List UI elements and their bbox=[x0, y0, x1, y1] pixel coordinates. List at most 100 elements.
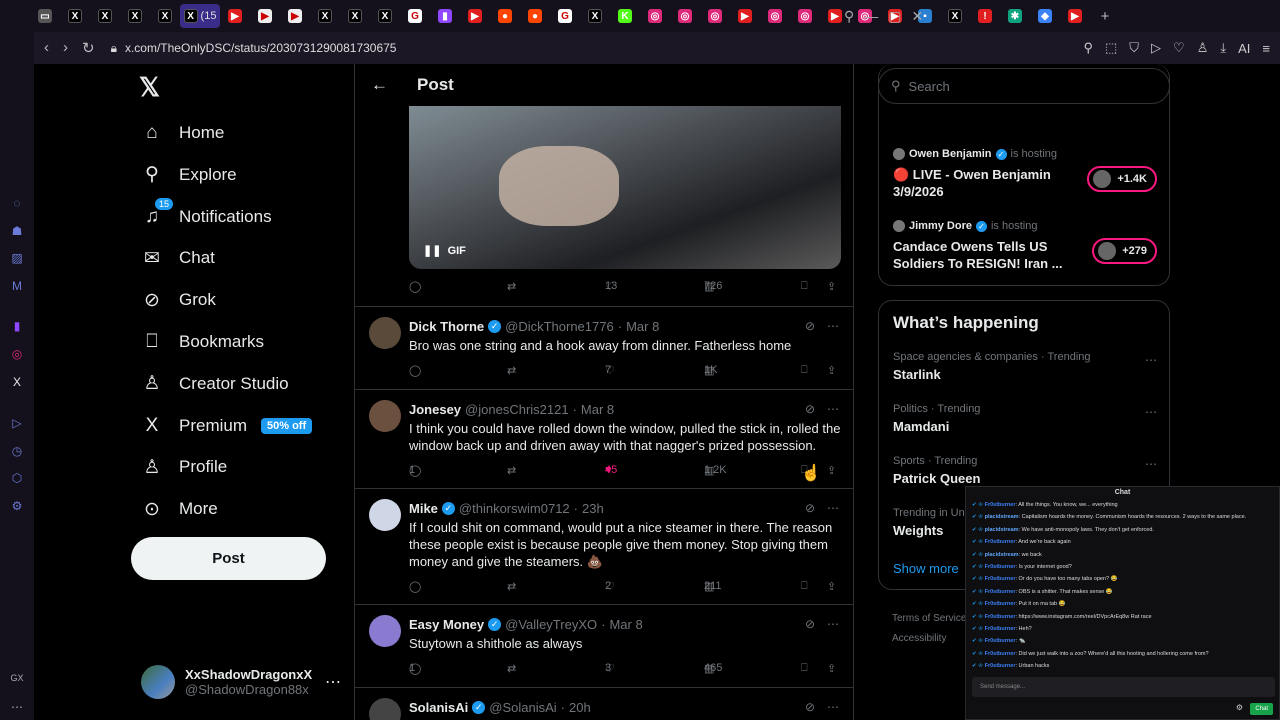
browser-tab[interactable]: X bbox=[60, 4, 90, 28]
extensions-icon[interactable]: ⬡ bbox=[9, 471, 25, 487]
chat-username[interactable]: Fr0stburner bbox=[985, 638, 1016, 644]
avatar[interactable] bbox=[369, 615, 401, 647]
play-icon[interactable]: ▷ bbox=[1151, 40, 1161, 56]
author-handle[interactable]: @SolanisAi bbox=[489, 700, 556, 715]
browser-tab[interactable]: X bbox=[90, 4, 120, 28]
repost-icon[interactable]: ⇄ bbox=[507, 464, 516, 477]
gx-label[interactable]: GX bbox=[9, 673, 25, 689]
forward-icon[interactable]: › bbox=[63, 39, 68, 57]
share-icon[interactable]: ⇪ bbox=[827, 364, 836, 377]
aria-icon[interactable]: ◌ bbox=[9, 196, 25, 212]
author-name[interactable]: Dick Thorne bbox=[409, 319, 484, 334]
history-icon[interactable]: ◷ bbox=[9, 444, 25, 460]
browser-tab[interactable]: X bbox=[310, 4, 340, 28]
chat-username[interactable]: placidstream bbox=[985, 527, 1019, 533]
browser-tab[interactable]: ● bbox=[490, 4, 520, 28]
author-name[interactable]: SolanisAi bbox=[409, 700, 468, 715]
browser-tab[interactable]: ▶ bbox=[460, 4, 490, 28]
player-icon[interactable]: ▷ bbox=[9, 416, 25, 432]
more-dots-icon[interactable]: ⋯ bbox=[1145, 405, 1157, 419]
nav-item-bookmarks[interactable]: ⎕ Bookmarks bbox=[141, 322, 264, 362]
grok-icon[interactable]: ⊘ bbox=[805, 501, 815, 515]
chat-username[interactable]: Fr0stburner bbox=[985, 601, 1016, 607]
cube-icon[interactable]: ▨ bbox=[9, 251, 25, 267]
browser-tab[interactable]: G bbox=[550, 4, 580, 28]
share-icon[interactable]: ⇪ bbox=[827, 464, 836, 477]
more-dots-icon[interactable]: ⋯ bbox=[827, 700, 839, 714]
nav-item-grok[interactable]: ⊘ Grok bbox=[141, 280, 216, 320]
bookmark-icon[interactable]: ⎕ bbox=[801, 364, 808, 377]
chat-username[interactable]: Fr0stburner bbox=[985, 663, 1016, 669]
post-time[interactable]: Mar 8 bbox=[609, 617, 642, 632]
browser-tab[interactable]: ◎ bbox=[790, 4, 820, 28]
share-icon[interactable]: ⇪ bbox=[827, 280, 836, 293]
nav-item-premium[interactable]: X Premium 50% off bbox=[141, 406, 313, 446]
post-time[interactable]: 23h bbox=[582, 501, 604, 516]
browser-tab[interactable]: X bbox=[120, 4, 150, 28]
browser-tab[interactable]: ● bbox=[520, 4, 550, 28]
browser-tab[interactable]: X (15 bbox=[180, 4, 220, 28]
chat-username[interactable]: Fr0stburner bbox=[985, 539, 1016, 545]
space-title[interactable]: 🔴 LIVE - Owen Benjamin 3/9/2026 bbox=[893, 166, 1073, 200]
nav-item-creator-studio[interactable]: ♙ Creator Studio bbox=[141, 364, 288, 404]
terms-link[interactable]: Terms of Service bbox=[892, 609, 966, 629]
browser-tab[interactable]: ◎ bbox=[700, 4, 730, 28]
bookmark-icon[interactable]: ⎕ bbox=[801, 662, 808, 675]
browser-tab[interactable]: X bbox=[340, 4, 370, 28]
nav-item-more[interactable]: ⊙ More bbox=[141, 489, 218, 529]
chat-send-button[interactable]: Chat bbox=[1250, 703, 1273, 715]
reply-post[interactable]: Jonesey @jonesChris2121 · Mar 8 ⊘ ⋯ I think yo… bbox=[355, 390, 853, 489]
snapshot-icon[interactable]: ⬚ bbox=[1105, 40, 1117, 56]
browser-tab[interactable]: K bbox=[610, 4, 640, 28]
download-icon[interactable]: ⤓ bbox=[1220, 40, 1226, 56]
more-dots-icon[interactable]: ⋯ bbox=[827, 402, 839, 416]
author-handle[interactable]: @DickThorne1776 bbox=[505, 319, 614, 334]
back-icon[interactable]: ‹ bbox=[44, 39, 49, 57]
search-input[interactable]: ⚲ Search bbox=[878, 68, 1170, 104]
ai-button[interactable]: AI bbox=[1238, 41, 1250, 56]
twitch-icon[interactable]: ▮ bbox=[9, 319, 25, 335]
trend-item[interactable]: Space agencies & companies · Trending Sta… bbox=[893, 351, 1157, 382]
avatar[interactable] bbox=[369, 698, 401, 720]
close-icon[interactable]: ✕ bbox=[912, 8, 924, 25]
gif-label[interactable]: ❚❚ GIF bbox=[423, 244, 466, 257]
post-media[interactable]: ❚❚ GIF bbox=[409, 106, 841, 269]
avatar[interactable] bbox=[369, 400, 401, 432]
listener-count[interactable]: +279 bbox=[1092, 238, 1157, 264]
chat-username[interactable]: placidstream bbox=[985, 514, 1019, 520]
reply-post[interactable]: Mike ✓ @thinkorswim0712 · 23h ⊘ ⋯ If I could sh… bbox=[355, 489, 853, 605]
x-icon[interactable]: X bbox=[9, 375, 25, 391]
nav-item-profile[interactable]: ♙ Profile bbox=[141, 447, 227, 487]
browser-tab[interactable]: ◎ bbox=[760, 4, 790, 28]
browser-tab[interactable]: G bbox=[400, 4, 430, 28]
more-dots-icon[interactable]: ⋯ bbox=[827, 617, 839, 631]
avatar[interactable] bbox=[369, 499, 401, 531]
pin-icon[interactable]: ⚲ bbox=[1083, 40, 1093, 56]
author-name[interactable]: Jonesey bbox=[409, 402, 461, 417]
host-name[interactable]: Jimmy Dore bbox=[909, 220, 972, 232]
bookmark-icon[interactable]: ⎕ bbox=[801, 280, 808, 293]
browser-tab[interactable]: ▭ bbox=[30, 4, 60, 28]
host-name[interactable]: Owen Benjamin bbox=[909, 148, 992, 160]
chat-username[interactable]: Fr0stburner bbox=[985, 502, 1016, 508]
author-handle[interactable]: @ValleyTreyXO bbox=[505, 617, 597, 632]
share-icon[interactable]: ⇪ bbox=[827, 580, 836, 593]
back-arrow-icon[interactable]: ← bbox=[371, 75, 399, 95]
maximize-icon[interactable]: ▢ bbox=[888, 8, 901, 25]
more-dots-icon[interactable]: ⋯ bbox=[827, 319, 839, 333]
instagram-icon[interactable]: ◎ bbox=[9, 347, 25, 363]
account-switcher[interactable]: XxShadowDragonxX @ShadowDragon88x ⋯ bbox=[141, 664, 341, 700]
chat-username[interactable]: placidstream bbox=[985, 552, 1019, 558]
chat-username[interactable]: Fr0stburner bbox=[985, 614, 1016, 620]
post-time[interactable]: 20h bbox=[569, 700, 591, 715]
author-handle[interactable]: @thinkorswim0712 bbox=[459, 501, 570, 516]
browser-tab[interactable]: X bbox=[150, 4, 180, 28]
grok-icon[interactable]: ⊘ bbox=[805, 700, 815, 714]
menu-icon[interactable]: ≡ bbox=[1262, 41, 1270, 56]
trend-item[interactable]: Sports · Trending Patrick Queen ⋯ bbox=[893, 455, 1157, 486]
repost-icon[interactable]: ⇄ bbox=[507, 364, 516, 377]
author-name[interactable]: Easy Money bbox=[409, 617, 484, 632]
live-space[interactable]: Jimmy Dore ✓ is hosting Candace Owens Tells… bbox=[893, 220, 1157, 272]
heart-icon[interactable]: ♡ bbox=[1173, 40, 1185, 56]
browser-tab[interactable]: X bbox=[370, 4, 400, 28]
